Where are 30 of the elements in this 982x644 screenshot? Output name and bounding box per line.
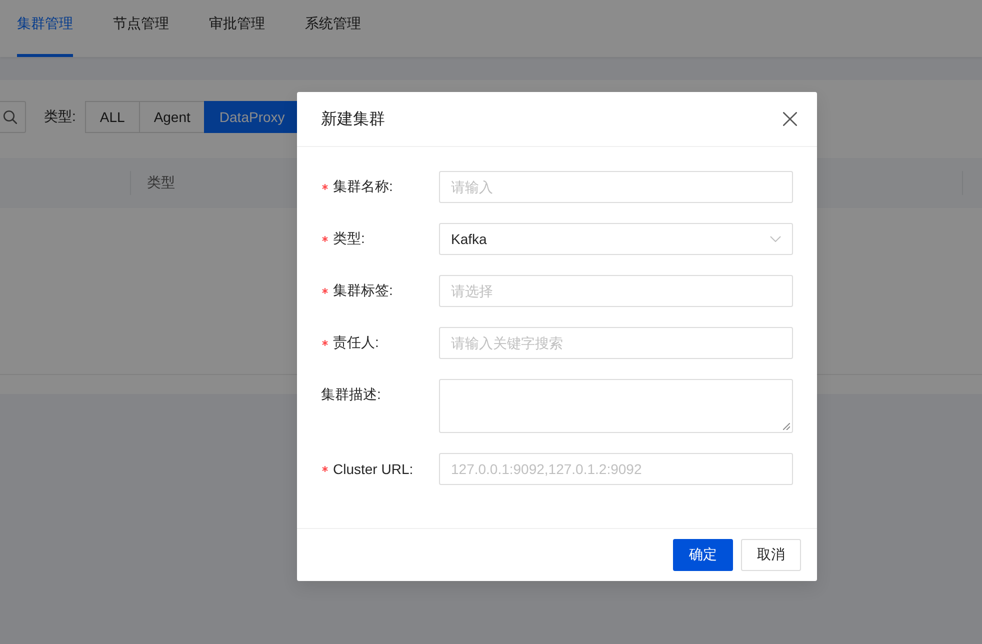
nav-tab[interactable]: 集群管理 bbox=[17, 0, 73, 57]
resize-handle-icon[interactable] bbox=[783, 423, 790, 430]
field-label: 类型: bbox=[333, 230, 365, 248]
nav-tab[interactable]: 节点管理 bbox=[113, 0, 169, 57]
cancel-button[interactable]: 取消 bbox=[741, 539, 801, 571]
field-label: 集群描述: bbox=[321, 386, 381, 404]
filter-label: 类型: bbox=[44, 108, 76, 126]
type-filter-option[interactable]: DataProxy bbox=[204, 101, 300, 133]
input-field[interactable]: 请选择 bbox=[439, 275, 793, 307]
column-header: 类型 bbox=[147, 174, 175, 192]
search-button[interactable] bbox=[0, 101, 26, 133]
close-icon bbox=[783, 112, 797, 126]
search-icon bbox=[3, 110, 17, 124]
confirm-button[interactable]: 确定 bbox=[673, 539, 733, 571]
field-label: 集群名称: bbox=[333, 178, 393, 196]
field-label: Cluster URL: bbox=[333, 461, 414, 477]
input-field[interactable]: 请输入 bbox=[439, 171, 793, 203]
input-field[interactable]: 127.0.0.1:9092,127.0.1.2:9092 bbox=[439, 453, 793, 485]
type-filter-option[interactable]: Agent bbox=[138, 101, 206, 133]
textarea-field[interactable] bbox=[439, 379, 793, 433]
nav-tab[interactable]: 审批管理 bbox=[209, 0, 265, 57]
close-button[interactable] bbox=[783, 112, 797, 126]
nav-tab[interactable]: 系统管理 bbox=[305, 0, 361, 57]
field-label: 集群标签: bbox=[333, 282, 393, 300]
select-field[interactable]: Kafka bbox=[439, 223, 793, 255]
dialog-title: 新建集群 bbox=[321, 110, 385, 130]
type-filter-option[interactable]: ALL bbox=[84, 101, 140, 133]
input-field[interactable]: 请输入关键字搜索 bbox=[439, 327, 793, 359]
field-label: 责任人: bbox=[333, 334, 379, 352]
chevron-down-icon bbox=[770, 236, 781, 242]
